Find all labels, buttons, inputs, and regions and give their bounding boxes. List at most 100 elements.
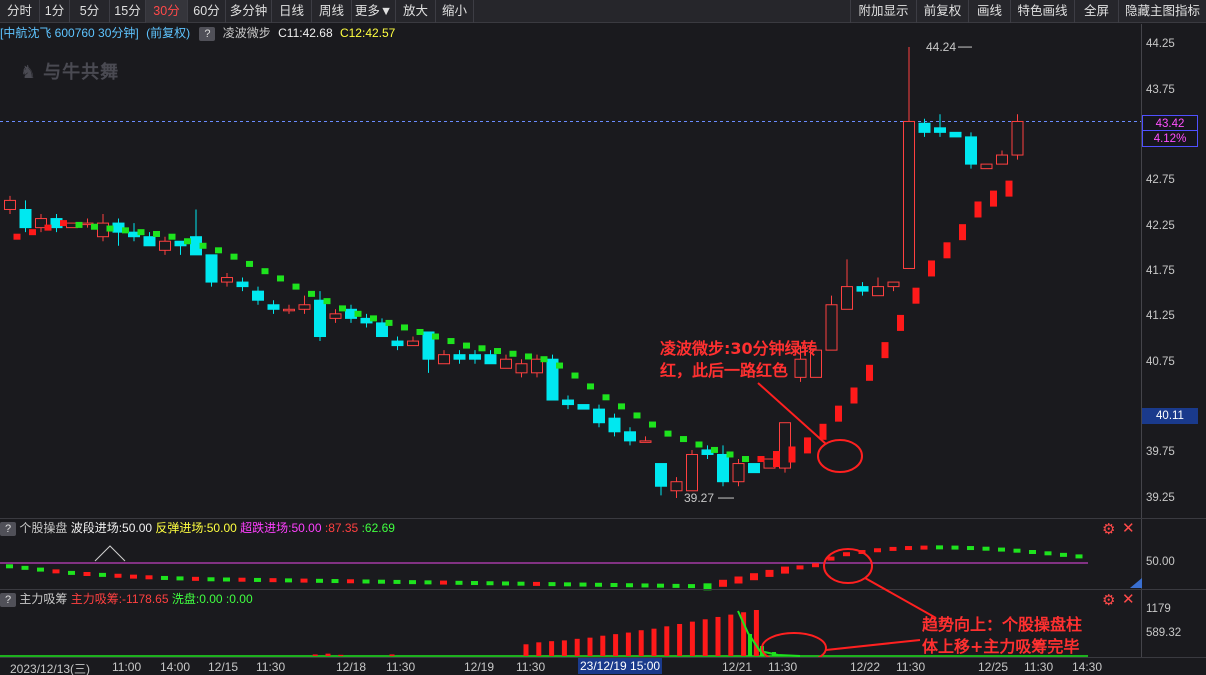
candle bbox=[732, 459, 745, 487]
ind1-close-icon[interactable]: ✕ bbox=[1122, 519, 1135, 537]
ind1-bar bbox=[548, 582, 556, 587]
ind1-bar bbox=[765, 569, 774, 577]
ind1-peak-marker bbox=[94, 545, 126, 562]
ind1-bar bbox=[982, 546, 990, 551]
time-label: 11:30 bbox=[516, 660, 546, 674]
lbwb-dot bbox=[633, 412, 641, 419]
toolbar-right-button-2[interactable]: 画线 bbox=[968, 0, 1010, 23]
ind1-bar bbox=[719, 579, 727, 587]
price-tick: 40.75 bbox=[1146, 355, 1175, 368]
toolbar-right-button-5[interactable]: 隐藏主图指标 bbox=[1118, 0, 1206, 23]
toolbar-right-button-0[interactable]: 附加显示 bbox=[850, 0, 916, 23]
time-label: 23/12/19 15:00 bbox=[578, 658, 663, 674]
toolbar-right-button-3[interactable]: 特色画线 bbox=[1010, 0, 1074, 23]
ind1-oversold: 超跌进场:50.00 bbox=[240, 521, 322, 535]
period-tab-9[interactable]: 更多▼ bbox=[352, 0, 396, 23]
toolbar-right-button-1[interactable]: 前复权 bbox=[916, 0, 968, 23]
lbwb-dot bbox=[866, 364, 873, 381]
lbwb-dot bbox=[153, 230, 160, 237]
period-tab-10[interactable]: 放大 bbox=[396, 0, 436, 23]
ind1-bar bbox=[734, 576, 743, 584]
period-tab-0[interactable]: 分时 bbox=[0, 0, 40, 23]
lbwb-dot bbox=[649, 421, 656, 428]
ind1-bar bbox=[238, 577, 246, 582]
ind2-help-icon[interactable]: ? bbox=[0, 592, 16, 607]
period-tab-7[interactable]: 日线 bbox=[272, 0, 312, 23]
candle bbox=[980, 163, 993, 170]
ind1-bar bbox=[858, 550, 866, 554]
scroll-corner-icon[interactable] bbox=[1130, 578, 1142, 588]
low-label: 39.27 bbox=[684, 491, 714, 505]
lbwb-dot bbox=[804, 437, 811, 454]
ind1-settings-gear-icon[interactable]: ⚙ bbox=[1102, 520, 1115, 538]
lbwb-dot bbox=[850, 387, 858, 404]
toolbar-right-button-4[interactable]: 全屏 bbox=[1074, 0, 1118, 23]
time-label: 12/25 bbox=[978, 660, 1009, 674]
period-tab-5[interactable]: 60分 bbox=[188, 0, 226, 23]
ind1-title: ? 个股操盘 波段进场:50.00 反弹进场:50.00 超跌进场:50.00 … bbox=[0, 520, 395, 537]
ind1-bar bbox=[130, 574, 137, 579]
ind1-bar bbox=[285, 578, 292, 583]
ind1-bar bbox=[1060, 552, 1067, 557]
lbwb-dot bbox=[943, 242, 951, 259]
ind2-axis-label-1: 1179 bbox=[1146, 603, 1171, 615]
candle bbox=[670, 477, 683, 499]
current-price-label: 43.42 bbox=[1142, 115, 1198, 131]
ind2-v: :0.00 bbox=[225, 592, 253, 606]
lbwb-dot bbox=[370, 315, 377, 322]
period-tab-2[interactable]: 5分 bbox=[70, 0, 110, 23]
period-tab-6[interactable]: 多分钟 bbox=[226, 0, 272, 23]
ind1-axis-label: 50.00 bbox=[1146, 556, 1175, 568]
lbwb-dot bbox=[912, 287, 920, 304]
lbwb-dot bbox=[494, 348, 501, 355]
lbwb-dot bbox=[60, 220, 67, 227]
lbwb-dot bbox=[711, 446, 718, 453]
period-tab-8[interactable]: 周线 bbox=[312, 0, 352, 23]
price-tick: 41.75 bbox=[1146, 265, 1175, 277]
candlestick-chart[interactable]: 44.24 39.27 bbox=[0, 28, 1141, 518]
lbwb-dot bbox=[571, 372, 579, 379]
ind1-bar bbox=[145, 575, 153, 580]
lbwb-dot bbox=[1005, 180, 1013, 197]
lbwb-dot bbox=[168, 233, 176, 240]
candle bbox=[903, 47, 915, 269]
candle bbox=[236, 277, 249, 292]
lbwb-dot bbox=[13, 233, 21, 240]
period-tab-1[interactable]: 1分 bbox=[40, 0, 70, 23]
ind2-name[interactable]: 主力吸筹 bbox=[19, 592, 67, 606]
period-tab-4[interactable]: 30分 bbox=[146, 0, 188, 23]
ind1-bar bbox=[486, 581, 494, 586]
lbwb-dot bbox=[230, 253, 238, 260]
ind1-bar bbox=[1075, 554, 1083, 559]
lbwb-dot bbox=[401, 324, 408, 331]
lbwb-dot bbox=[137, 229, 145, 236]
ind1-bar bbox=[905, 546, 912, 551]
candle bbox=[298, 295, 311, 314]
ind1-v2: :62.69 bbox=[361, 521, 395, 535]
lbwb-dot bbox=[122, 227, 129, 234]
candle bbox=[949, 131, 962, 138]
time-label: 11:30 bbox=[768, 660, 798, 674]
candle bbox=[391, 336, 404, 351]
time-axis: 2023/12/13(三) 11:00 14:00 12/15 11:30 12/18 11… bbox=[0, 657, 1206, 675]
ind1-bar bbox=[796, 565, 804, 570]
price-tick: 41.25 bbox=[1146, 310, 1175, 323]
candle bbox=[562, 395, 574, 410]
ind1-bar bbox=[750, 573, 758, 581]
ind1-bar bbox=[21, 565, 29, 570]
ind2-title: ? 主力吸筹 主力吸筹:-1178.65 洗盘:0.00 :0.00 bbox=[0, 591, 253, 608]
panel-divider-2 bbox=[0, 589, 1206, 590]
ind1-bar bbox=[564, 582, 571, 587]
cursor-price-label: 40.11 bbox=[1142, 408, 1198, 424]
price-tick: 39.75 bbox=[1146, 446, 1175, 459]
ind1-name[interactable]: 个股操盘 bbox=[19, 521, 67, 535]
ind1-bar bbox=[316, 578, 323, 583]
ind1-help-icon[interactable]: ? bbox=[0, 521, 16, 536]
lbwb-dot bbox=[478, 345, 486, 352]
candle bbox=[546, 354, 559, 401]
ind2-close-icon[interactable]: ✕ bbox=[1122, 590, 1135, 608]
ind1-bar bbox=[657, 583, 664, 588]
period-tab-11[interactable]: 缩小 bbox=[436, 0, 474, 23]
period-tab-3[interactable]: 15分 bbox=[110, 0, 146, 23]
lbwb-dot bbox=[742, 456, 749, 463]
